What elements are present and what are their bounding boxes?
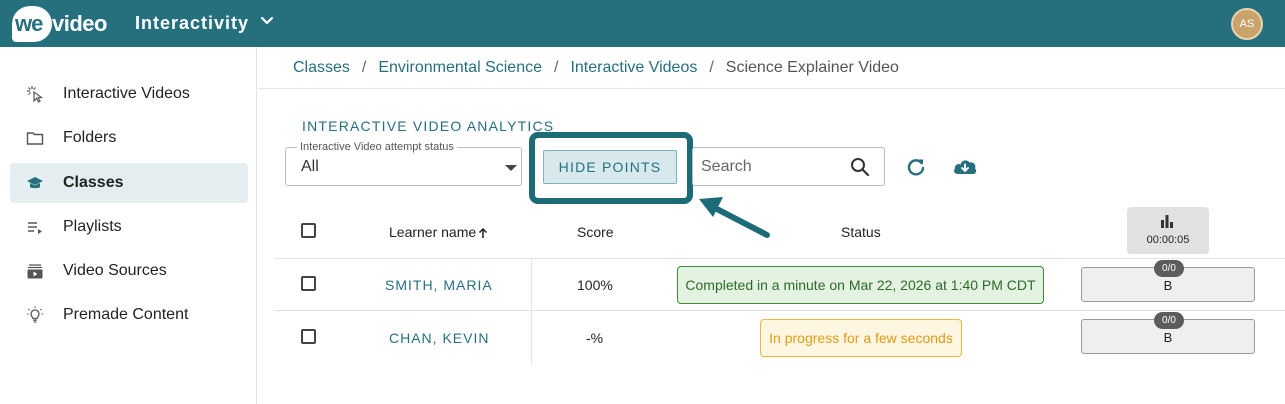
search-box[interactable] — [692, 147, 885, 186]
top-bar: we video Interactivity AS — [0, 0, 1285, 47]
points-badge: 0/0 — [1154, 260, 1184, 277]
analytics-title: INTERACTIVE VIDEO ANALYTICS — [302, 118, 555, 134]
sort-ascending-icon[interactable] — [478, 227, 488, 239]
refresh-icon[interactable] — [906, 157, 926, 177]
grade-value: B — [1163, 330, 1173, 345]
search-icon[interactable] — [850, 157, 870, 177]
graduation-cap-icon — [27, 177, 43, 189]
breadcrumb-link-interactive-videos[interactable]: Interactive Videos — [570, 59, 697, 76]
app-title[interactable]: Interactivity — [135, 13, 249, 34]
row-checkbox[interactable] — [301, 329, 316, 344]
learner-name-header[interactable]: Learner name — [389, 224, 488, 240]
column-divider — [531, 259, 532, 363]
status-header[interactable]: Status — [841, 224, 881, 240]
sidebar-item-label: Playlists — [63, 218, 122, 235]
attempt-status-select[interactable]: Interactive Video attempt status All — [285, 141, 522, 186]
attempt-status-value: All — [301, 158, 319, 175]
sidebar-item-label: Video Sources — [63, 262, 167, 279]
wevideo-logo[interactable]: we video — [12, 6, 108, 42]
chevron-down-icon[interactable] — [260, 14, 274, 28]
sidebar-item-video-sources[interactable]: Video Sources — [10, 251, 248, 291]
select-all-checkbox[interactable] — [301, 223, 316, 238]
lightbulb-icon — [27, 306, 43, 323]
sidebar-item-label: Interactive Videos — [63, 85, 190, 102]
playlist-icon — [28, 222, 42, 234]
learner-name-link[interactable]: SMITH, MARIA — [385, 277, 493, 293]
video-duration: 00:00:05 — [1146, 234, 1190, 246]
points-cell[interactable]: 0/0 B — [1081, 312, 1255, 354]
status-badge: Completed in a minute on Mar 22, 2026 at… — [677, 266, 1044, 304]
sidebar-item-playlists[interactable]: Playlists — [10, 207, 248, 247]
folder-icon — [26, 132, 44, 145]
video-stats-chip[interactable]: 00:00:05 — [1127, 207, 1209, 254]
sidebar-item-label: Classes — [63, 174, 124, 191]
sidebar-item-premade-content[interactable]: Premade Content — [10, 295, 248, 335]
video-library-icon — [27, 264, 43, 279]
breadcrumb: Classes / Environmental Science / Interactiv… — [293, 59, 899, 77]
attempt-status-label: Interactive Video attempt status — [297, 141, 457, 153]
grade-value: B — [1163, 278, 1173, 293]
status-badge: In progress for a few seconds — [760, 319, 962, 357]
score-header[interactable]: Score — [577, 224, 614, 240]
cursor-click-icon — [27, 86, 44, 103]
breadcrumb-current: Science Explainer Video — [725, 59, 899, 76]
sidebar-item-label: Folders — [63, 129, 117, 146]
learner-name-header-label: Learner name — [389, 224, 477, 240]
score-value: 100% — [577, 277, 613, 293]
breadcrumb-separator: / — [361, 59, 367, 76]
logo-video-text: video — [52, 11, 107, 36]
sidebar-item-classes[interactable]: Classes — [10, 163, 248, 203]
sidebar-item-label: Premade Content — [63, 306, 189, 323]
points-badge: 0/0 — [1154, 312, 1184, 329]
points-cell[interactable]: 0/0 B — [1081, 260, 1255, 302]
sidebar-item-interactive-videos[interactable]: Interactive Videos — [10, 74, 248, 114]
table-divider — [274, 310, 1285, 311]
breadcrumb-link-environmental-science[interactable]: Environmental Science — [378, 59, 542, 76]
table-divider — [274, 258, 1285, 259]
breadcrumb-separator: / — [709, 59, 714, 76]
caret-down-icon — [505, 165, 517, 171]
breadcrumb-link-classes[interactable]: Classes — [293, 59, 350, 76]
logo-we-text: we — [15, 11, 43, 36]
breadcrumb-separator: / — [554, 59, 559, 76]
score-value: -% — [586, 330, 604, 346]
search-input[interactable] — [701, 156, 841, 178]
user-avatar[interactable]: AS — [1231, 8, 1263, 40]
sidebar: Interactive Videos Folders Classes Playl… — [0, 47, 257, 404]
sidebar-item-folders[interactable]: Folders — [10, 118, 248, 158]
hide-points-button[interactable]: HIDE POINTS — [543, 150, 677, 184]
learner-name-link[interactable]: CHAN, KEVIN — [389, 330, 489, 346]
breadcrumb-divider — [258, 88, 1285, 89]
row-checkbox[interactable] — [301, 276, 316, 291]
cloud-download-icon[interactable] — [952, 155, 978, 177]
bar-chart-icon — [1161, 215, 1173, 228]
